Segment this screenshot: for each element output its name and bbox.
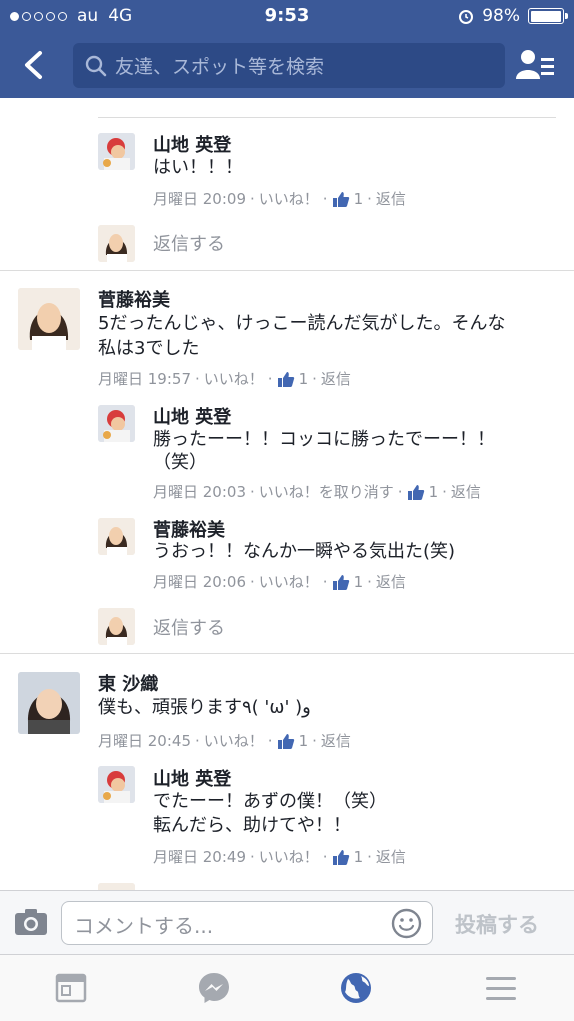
- avatar[interactable]: [18, 288, 80, 350]
- avatar[interactable]: [98, 405, 135, 442]
- divider: [0, 270, 574, 271]
- like-count: 1: [353, 189, 364, 208]
- comment-text-line: （笑）: [153, 452, 207, 473]
- reply-link[interactable]: 返信: [321, 368, 351, 389]
- globe-notifications-icon[interactable]: [339, 971, 373, 1005]
- news-feed-icon[interactable]: [54, 971, 88, 1005]
- battery-percent: 98%: [482, 6, 520, 26]
- comment-composer: コメントする... 投稿する: [0, 890, 574, 954]
- comment-placeholder: コメントする...: [74, 914, 214, 938]
- search-icon: [85, 55, 107, 76]
- comment-author[interactable]: 菅藤裕美: [98, 286, 170, 312]
- thumbs-up-icon: [332, 191, 349, 207]
- reply-link[interactable]: 返信: [451, 481, 481, 502]
- avatar: [98, 608, 135, 645]
- comment-author[interactable]: 山地 英登: [153, 403, 231, 429]
- comment-text: 僕も、頑張ります٩( 'ω' )و: [98, 697, 311, 718]
- friend-requests-icon[interactable]: [516, 48, 556, 82]
- camera-icon[interactable]: [14, 907, 48, 937]
- post-button[interactable]: 投稿する: [455, 909, 539, 939]
- like-count: 1: [428, 482, 439, 501]
- avatar: [98, 225, 135, 262]
- emoji-icon[interactable]: [391, 908, 422, 939]
- alarm-icon: [459, 10, 474, 24]
- like-count: 1: [353, 847, 364, 866]
- like-link[interactable]: いいね！: [204, 730, 264, 751]
- avatar[interactable]: [98, 133, 135, 170]
- thumbs-up-icon: [277, 733, 294, 749]
- reply-link[interactable]: 返信: [376, 188, 406, 209]
- thumbs-up-icon: [407, 484, 424, 500]
- unlike-link[interactable]: いいね！を取り消す: [259, 481, 394, 502]
- comment-meta: 月曜日 20:45 · いいね！ · 1 · 返信: [98, 730, 351, 751]
- status-bar: au 4G 9:53 98%: [0, 0, 574, 32]
- comment-author[interactable]: 山地 英登: [153, 131, 231, 157]
- comment-meta: 月曜日 19:57 · いいね！ · 1 · 返信: [98, 368, 351, 389]
- comment-meta: 月曜日 20:06 · いいね！ · 1 · 返信: [153, 571, 406, 592]
- like-link[interactable]: いいね！: [259, 188, 319, 209]
- divider: [98, 117, 556, 118]
- avatar[interactable]: [98, 766, 135, 803]
- like-link[interactable]: いいね！: [259, 846, 319, 867]
- comment-text-line: 転んだら、助けてや！！: [153, 815, 351, 836]
- menu-icon[interactable]: [484, 971, 518, 1005]
- thumbs-up-icon: [332, 574, 349, 590]
- comment-author[interactable]: 東 沙織: [98, 670, 158, 696]
- like-link[interactable]: いいね！: [259, 571, 319, 592]
- top-bar: au 4G 9:53 98% 友達、スポット等を検索: [0, 0, 574, 98]
- thumbs-up-icon: [277, 371, 294, 387]
- tab-bar: [0, 954, 574, 1021]
- reply-link[interactable]: 返信: [321, 730, 351, 751]
- avatar[interactable]: [98, 518, 135, 555]
- comment-feed[interactable]: 山地 英登 はい！！！ 月曜日 20:09 · いいね！ · 1 · 返信 返信する …: [0, 98, 574, 890]
- avatar: [98, 883, 135, 890]
- comment-text-line: でたーー！あずの僕！（笑）: [153, 791, 387, 812]
- reply-link[interactable]: 返信: [376, 846, 406, 867]
- avatar[interactable]: [18, 672, 80, 734]
- comment-text-line: 勝ったーー！！コッコに勝ったでーー！！: [153, 429, 495, 450]
- reply-link[interactable]: 返信: [376, 571, 406, 592]
- divider: [0, 653, 574, 654]
- reply-prompt[interactable]: 返信する: [153, 230, 225, 256]
- like-count: 1: [298, 369, 309, 388]
- like-count: 1: [353, 572, 364, 591]
- comment-text-line: 私は3でした: [98, 338, 200, 359]
- comment-meta: 月曜日 20:03 · いいね！を取り消す · 1 · 返信: [153, 481, 481, 502]
- battery-icon: [528, 8, 568, 24]
- comment-author[interactable]: 山地 英登: [153, 765, 231, 791]
- comment-meta: 月曜日 20:09 · いいね！ · 1 · 返信: [153, 188, 406, 209]
- thumbs-up-icon: [332, 849, 349, 865]
- messenger-icon[interactable]: [197, 971, 231, 1005]
- back-arrow-icon[interactable]: [18, 48, 52, 82]
- like-count: 1: [298, 731, 309, 750]
- comment-text: うおっ！！なんか一瞬やる気出た(笑): [153, 541, 456, 562]
- search-placeholder: 友達、スポット等を検索: [115, 56, 325, 78]
- reply-prompt[interactable]: 返信する: [153, 614, 225, 640]
- comment-text-line: 5だったんじゃ、けっこー読んだ気がした。そんな: [98, 313, 506, 334]
- comment-text: はい！！！: [153, 157, 243, 178]
- like-link[interactable]: いいね！: [204, 368, 264, 389]
- search-input[interactable]: 友達、スポット等を検索: [73, 43, 505, 88]
- comment-input[interactable]: コメントする...: [61, 901, 433, 945]
- comment-meta: 月曜日 20:49 · いいね！ · 1 · 返信: [153, 846, 406, 867]
